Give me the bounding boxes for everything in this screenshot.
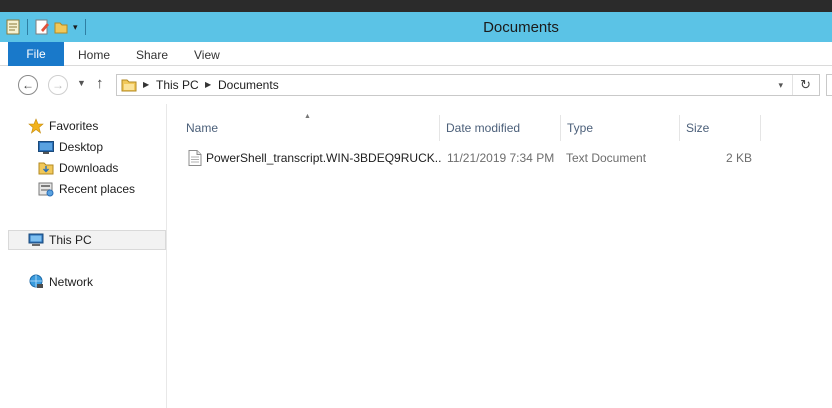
nav-this-pc[interactable]: This PC <box>8 230 166 250</box>
navigation-bar: ← → ▼ ↑ ▶ This PC ▶ Documents ▾ ↻ <box>0 66 832 104</box>
search-input[interactable] <box>826 74 832 96</box>
nav-this-pc-label: This PC <box>49 233 92 247</box>
address-bar[interactable]: ▶ This PC ▶ Documents ▾ ↻ <box>116 74 820 96</box>
recent-places-icon <box>38 181 54 197</box>
nav-downloads-label: Downloads <box>59 161 119 175</box>
forward-button[interactable]: → <box>48 75 68 95</box>
explorer-window: ▾ Documents File Home Share View ← → ▼ ↑… <box>0 12 832 408</box>
nav-network-label: Network <box>49 275 94 289</box>
nav-downloads[interactable]: Downloads <box>38 158 118 178</box>
tab-home[interactable]: Home <box>78 42 110 66</box>
back-button[interactable]: ← <box>18 75 38 95</box>
tab-share[interactable]: Share <box>136 42 168 66</box>
folder-icon <box>121 78 137 92</box>
navigation-pane: Favorites Desktop Downloads Recent place… <box>8 112 166 408</box>
window-title: Documents <box>483 19 559 36</box>
refresh-icon[interactable]: ↻ <box>800 76 811 94</box>
column-header-size[interactable]: Size <box>680 115 760 141</box>
file-size: 2 KB <box>725 151 752 165</box>
file-name: PowerShell_transcript.WIN-3BDEQ9RUCK... <box>206 151 441 165</box>
breadcrumb-arrow-icon[interactable]: ▶ <box>143 80 149 89</box>
nav-desktop-label: Desktop <box>59 140 104 154</box>
nav-favorites-label: Favorites <box>49 119 99 133</box>
star-icon <box>28 118 44 134</box>
tab-file[interactable]: File <box>8 42 64 66</box>
file-date-modified: 11/21/2019 7:34 PM <box>447 151 555 165</box>
breadcrumb-this-pc[interactable]: This PC <box>156 78 199 93</box>
network-icon <box>28 274 44 290</box>
address-dropdown-icon[interactable]: ▾ <box>778 80 783 91</box>
nav-desktop[interactable]: Desktop <box>38 137 103 157</box>
title-bar: ▾ Documents <box>0 12 832 42</box>
column-header-name[interactable]: Name <box>180 115 439 141</box>
tab-view[interactable]: View <box>194 42 220 66</box>
text-document-icon <box>188 150 202 166</box>
nav-network[interactable]: Network <box>28 272 93 292</box>
computer-icon <box>28 232 44 248</box>
recent-locations-icon[interactable]: ▼ <box>77 78 86 88</box>
breadcrumb-documents[interactable]: Documents <box>218 78 279 93</box>
file-list: ▲ Name Date modified Type Size PowerShel… <box>167 104 832 408</box>
address-divider <box>792 75 793 95</box>
table-row[interactable]: PowerShell_transcript.WIN-3BDEQ9RUCK... … <box>183 147 761 169</box>
back-arrow-icon: ← <box>22 78 34 92</box>
forward-arrow-icon: → <box>52 78 64 92</box>
file-type: Text Document <box>566 151 647 165</box>
column-header-date-modified[interactable]: Date modified <box>440 115 560 141</box>
column-divider-4[interactable] <box>760 115 761 141</box>
column-header-type[interactable]: Type <box>561 115 679 141</box>
breadcrumb-arrow-icon-2[interactable]: ▶ <box>205 80 211 89</box>
desktop-icon <box>38 139 54 155</box>
nav-favorites[interactable]: Favorites <box>28 116 98 136</box>
ribbon-tabs: File Home Share View <box>0 42 832 66</box>
up-arrow-icon[interactable]: ↑ <box>96 76 104 92</box>
nav-recent-places-label: Recent places <box>59 182 136 196</box>
nav-recent-places[interactable]: Recent places <box>38 179 135 199</box>
downloads-folder-icon <box>38 160 54 176</box>
